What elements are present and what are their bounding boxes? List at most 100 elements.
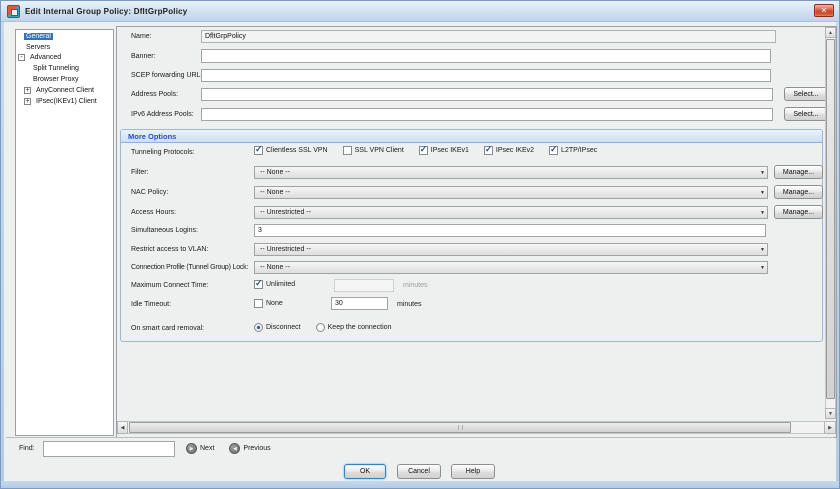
chevron-down-icon: ▼: [760, 169, 765, 176]
nac-policy-label: NAC Policy:: [131, 189, 169, 196]
ok-button[interactable]: OK: [344, 464, 386, 479]
address-pools-input[interactable]: [201, 88, 773, 101]
thumb-grip: [458, 425, 463, 430]
keep-connection-radio-label: Keep the connection: [327, 324, 392, 331]
ipsec-ikev2-checkbox[interactable]: ✓: [483, 144, 493, 155]
check-icon: ✓: [255, 278, 263, 288]
disconnect-radio[interactable]: [254, 323, 263, 332]
checkbox-label: SSL VPN Client: [354, 147, 404, 154]
tunnel-group-lock-value: -- None --: [260, 264, 290, 271]
tree-item-servers[interactable]: Servers: [16, 42, 113, 53]
find-previous-label[interactable]: Previous: [243, 445, 270, 452]
checkbox-label: L2TP/IPsec: [561, 147, 598, 154]
scroll-right-icon[interactable]: ▶: [824, 421, 836, 434]
name-label: Name:: [131, 33, 152, 40]
ipsec-ikev1-checkbox[interactable]: ✓: [418, 144, 428, 155]
tunneling-protocols-label: Tunneling Protocols:: [131, 149, 195, 156]
check-icon: ✓: [255, 144, 263, 154]
filter-dropdown[interactable]: -- None -- ▼: [254, 166, 768, 179]
disconnect-radio-label: Disconnect: [266, 324, 301, 331]
access-hours-dropdown[interactable]: -- Unrestricted -- ▼: [254, 206, 768, 219]
collapse-icon[interactable]: -: [18, 54, 25, 62]
tree-item-label: Browser Proxy: [33, 76, 79, 84]
idle-timeout-label: Idle Timeout:: [131, 301, 172, 308]
idle-timeout-minutes-input[interactable]: [331, 297, 388, 310]
scroll-left-icon[interactable]: ◀: [117, 421, 128, 434]
tree-item-label: Split Tunneling: [33, 65, 79, 73]
access-hours-label: Access Hours:: [131, 209, 177, 216]
policy-nav-tree: General Servers - Advanced Split Tunneli…: [15, 29, 114, 436]
check-icon: ✓: [550, 144, 558, 154]
filter-manage-button[interactable]: Manage...: [774, 165, 823, 179]
chevron-down-icon: ▼: [760, 264, 765, 271]
unlimited-checkbox[interactable]: ✓: [254, 278, 263, 289]
filter-label: Filter:: [131, 169, 149, 176]
tree-item-label: AnyConnect Client: [36, 86, 94, 94]
find-previous-icon[interactable]: ◀: [229, 443, 241, 454]
help-button[interactable]: Help: [451, 464, 495, 479]
smart-card-removal-row: Disconnect Keep the connection: [254, 323, 391, 332]
idle-none-checkbox[interactable]: [254, 299, 263, 308]
tree-item-advanced[interactable]: - Advanced: [16, 53, 113, 64]
keep-connection-radio[interactable]: [315, 323, 325, 332]
tree-item-browser-proxy[interactable]: Browser Proxy: [16, 74, 113, 85]
frame-left: [1, 22, 4, 488]
simultaneous-logins-label: Simultaneous Logins:: [131, 227, 198, 234]
tree-item-label: IPsec(IKEv1) Client: [36, 97, 97, 105]
tree-item-split-tunneling[interactable]: Split Tunneling: [16, 63, 113, 74]
max-connect-minutes-unit: minutes: [403, 282, 428, 289]
more-options-header[interactable]: More Options: [121, 130, 822, 143]
more-options-title: More Options: [128, 131, 177, 141]
close-icon[interactable]: ✕: [814, 4, 834, 17]
idle-none-checkbox-label: None: [266, 300, 283, 307]
smart-card-removal-label: On smart card removal:: [131, 325, 205, 332]
checkbox-label: IPsec IKEv2: [495, 147, 535, 154]
window-title: Edit Internal Group Policy: DfltGrpPolic…: [25, 6, 188, 16]
vlan-dropdown[interactable]: -- Unrestricted -- ▼: [254, 243, 768, 256]
tunnel-group-lock-label: Connection Profile (Tunnel Group) Lock:: [131, 264, 249, 271]
titlebar: Edit Internal Group Policy: DfltGrpPolic…: [1, 1, 839, 22]
nac-policy-manage-button[interactable]: Manage...: [774, 185, 823, 199]
address-pools-select-button[interactable]: Select...: [784, 87, 828, 101]
tree-item-general[interactable]: General: [16, 31, 113, 42]
banner-input[interactable]: [201, 49, 771, 63]
horizontal-scroll-thumb[interactable]: [129, 422, 791, 433]
ipv6-pools-input[interactable]: [201, 108, 773, 121]
access-hours-manage-button[interactable]: Manage...: [774, 205, 823, 219]
l2tp-ipsec-checkbox[interactable]: ✓: [549, 144, 559, 155]
expand-icon[interactable]: +: [24, 97, 31, 105]
scroll-down-icon[interactable]: ▼: [825, 408, 836, 419]
ipv6-pools-label: IPv6 Address Pools:: [131, 111, 194, 118]
idle-timeout-minutes-unit: minutes: [397, 301, 422, 308]
check-icon: ✓: [419, 144, 428, 154]
nac-policy-dropdown[interactable]: -- None -- ▼: [254, 186, 768, 199]
scroll-up-icon[interactable]: ▲: [825, 27, 836, 38]
find-next-label[interactable]: Next: [200, 445, 214, 452]
ipv6-pools-select-button[interactable]: Select...: [784, 107, 828, 121]
simultaneous-logins-input[interactable]: [254, 224, 766, 237]
asdm-app-icon: [7, 4, 20, 18]
find-next-icon[interactable]: ▶: [186, 443, 197, 454]
ssl-vpn-client-checkbox[interactable]: [342, 146, 352, 155]
tree-item-anyconnect-client[interactable]: + AnyConnect Client: [16, 85, 113, 96]
max-connect-minutes-input: [334, 279, 394, 292]
clientless-ssl-vpn-checkbox[interactable]: ✓: [254, 144, 263, 155]
edit-group-policy-dialog: Edit Internal Group Policy: DfltGrpPolic…: [0, 0, 840, 489]
find-label: Find:: [19, 445, 35, 452]
scep-url-input[interactable]: [201, 69, 771, 82]
tree-item-label: Advanced: [30, 54, 62, 62]
max-connect-time-row: ✓ Unlimited: [254, 278, 295, 289]
frame-bottom: [1, 481, 839, 488]
tunnel-group-lock-dropdown[interactable]: -- None -- ▼: [254, 261, 768, 274]
filter-value: -- None --: [260, 169, 290, 176]
find-controls: ▶ Next ◀ Previous: [186, 443, 271, 454]
vertical-scroll-thumb[interactable]: [826, 39, 835, 399]
access-hours-value: -- Unrestricted --: [260, 209, 311, 216]
cancel-button[interactable]: Cancel: [397, 464, 441, 479]
tree-item-ipsec-client[interactable]: + IPsec(IKEv1) Client: [16, 96, 113, 107]
checkbox-label: IPsec IKEv1: [430, 147, 469, 154]
expand-icon[interactable]: +: [24, 86, 31, 94]
nac-policy-value: -- None --: [260, 189, 290, 196]
find-input[interactable]: [43, 441, 175, 457]
tree-item-label: General: [24, 32, 53, 40]
